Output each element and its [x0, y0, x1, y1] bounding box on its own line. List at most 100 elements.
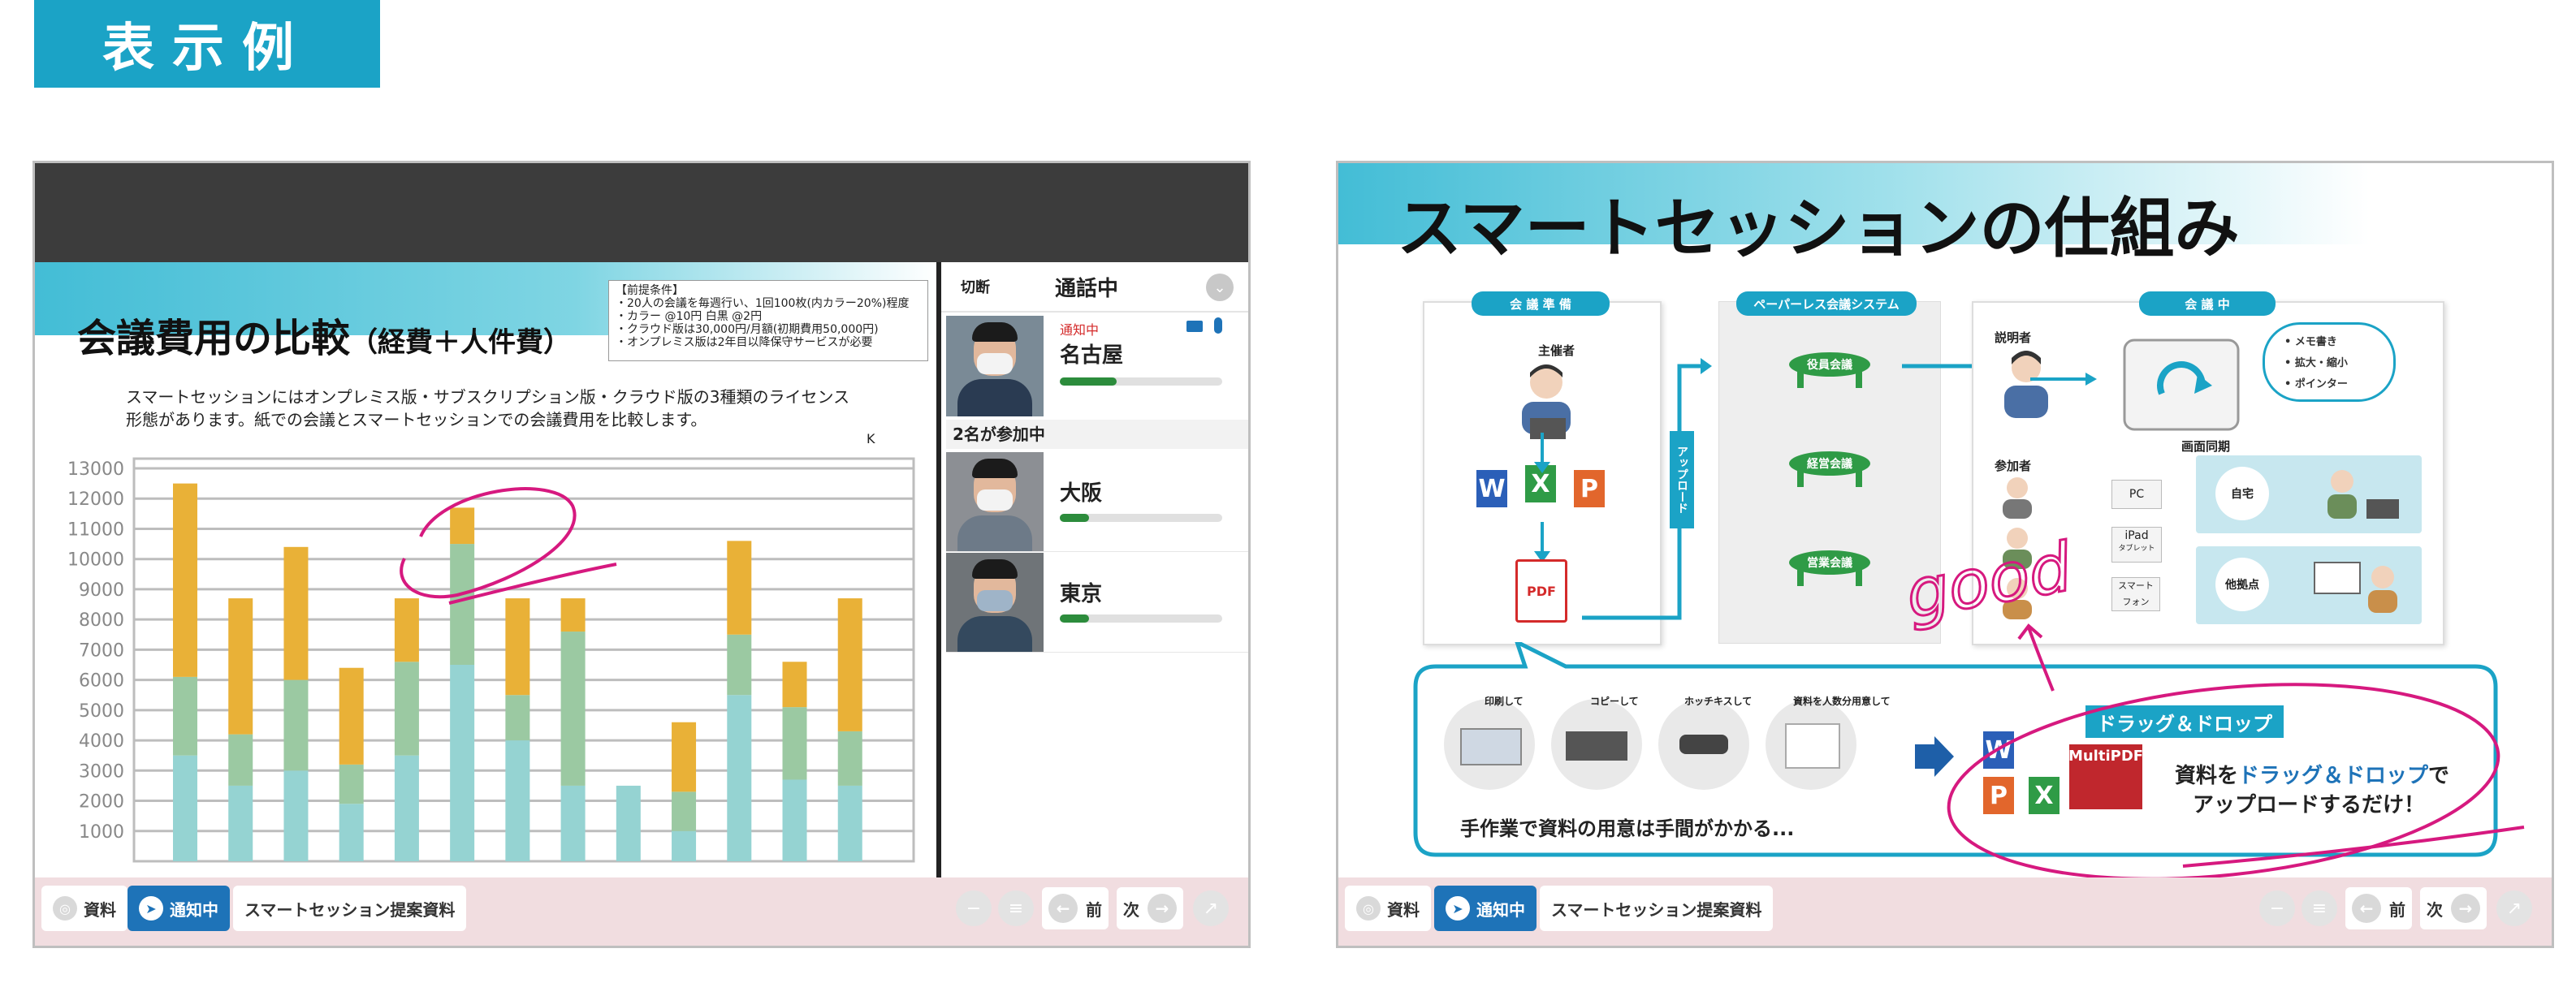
bar-segment: [173, 483, 197, 677]
audio-level-fill: [1060, 614, 1089, 623]
premise-line: ・クラウド版は30,000円/月額(初期費用50,000円): [616, 323, 879, 336]
document-title: スマートセッション提案資料: [233, 886, 467, 931]
bar-segment: [672, 791, 697, 831]
minus-icon[interactable]: −: [2259, 890, 2295, 926]
y-tick-label: 10000: [67, 550, 124, 571]
bar-segment: [616, 785, 641, 861]
next-label: 次: [2427, 899, 2443, 920]
participant-location: 東京: [1060, 582, 1103, 606]
audio-level-fill: [1060, 514, 1089, 522]
slide-title-sub: （経費＋人件費）: [350, 326, 572, 359]
bar-segment: [228, 734, 253, 786]
bar-segment: [450, 507, 475, 545]
microphone-icon[interactable]: [1214, 317, 1222, 334]
premise-line: 【前提条件】: [616, 284, 684, 297]
bar-segment: [339, 764, 364, 804]
minus-icon[interactable]: −: [956, 890, 992, 926]
avatar: [946, 553, 1044, 652]
list-icon[interactable]: ≡: [998, 890, 1034, 926]
list-icon[interactable]: ≡: [2302, 890, 2337, 926]
prev-button[interactable]: ← 前: [2345, 887, 2412, 929]
y-tick-label: 1000: [79, 822, 124, 843]
participant-row: 通知中 名古屋: [946, 316, 1248, 416]
cost-chart: 1000 2000 3000 4000 5000 6000 7000 8000 9000 1000…: [67, 457, 915, 863]
document-title: スマートセッション提案資料: [1540, 886, 1774, 931]
participant-location: 大阪: [1060, 481, 1103, 506]
notify-label: 通知中: [170, 899, 218, 920]
prev-label: 前: [2389, 899, 2405, 920]
bar-segment: [782, 707, 807, 780]
y-tick-label: 5000: [79, 701, 124, 722]
bar-segment: [505, 598, 530, 696]
bar-segment: [394, 755, 419, 861]
ink-ellipse: [1947, 683, 2500, 877]
y-tick-label: 9000: [79, 580, 124, 601]
bar-segment: [173, 676, 197, 756]
video-top-area: [35, 163, 1248, 262]
disconnect-button[interactable]: 切断: [951, 270, 1000, 303]
next-label: 次: [1123, 899, 1139, 920]
bar-segment: [560, 598, 586, 632]
bar-segment: [837, 731, 862, 786]
call-status: 通話中: [1055, 277, 1119, 301]
slide-title-main: 会議費用の比較: [77, 316, 351, 361]
notify-button[interactable]: ➤ 通知中: [1434, 886, 1537, 931]
prev-label: 前: [1086, 899, 1102, 920]
ink-layer: good: [1899, 528, 2525, 877]
bar-segment: [228, 785, 253, 861]
ink-arrow: [2017, 623, 2055, 692]
bar-segment: [283, 770, 309, 861]
avatar: [946, 316, 1044, 416]
y-tick-label: 2000: [79, 792, 124, 813]
notify-button[interactable]: ➤ 通知中: [128, 886, 230, 931]
bar-segment: [283, 546, 309, 680]
y-tick-label: 4000: [79, 731, 124, 752]
bar-segment: [727, 541, 752, 635]
audio-level-fill: [1060, 377, 1117, 386]
bar-segment: [450, 544, 475, 665]
premise-line: ・オンプレミス版は2年目以降保守サービスが必要: [616, 336, 873, 349]
y-tick-label: 3000: [79, 761, 124, 782]
slide-title: 会議費用の比較（経費＋人件費）: [77, 306, 571, 363]
premise-box: 【前提条件】 ・20人の会議を毎週行い、1回100枚(内カラー20%)程度 ・カ…: [608, 280, 928, 361]
audio-level-bar: [1060, 514, 1222, 522]
bar-segment: [727, 695, 752, 861]
participant-row: 東京: [946, 553, 1248, 653]
y-tick-label: 11000: [67, 520, 124, 540]
bar-segment: [672, 722, 697, 792]
y-tick-label: 13000: [67, 459, 124, 480]
bar-segment: [505, 740, 530, 861]
bar-segment: [672, 830, 697, 861]
y-tick-label: 6000: [79, 671, 124, 692]
bar-segment: [727, 634, 752, 696]
materials-button[interactable]: ◎ 資料: [41, 886, 128, 931]
prev-button[interactable]: ← 前: [1042, 887, 1109, 929]
next-button[interactable]: 次 →: [1117, 887, 1183, 929]
materials-label: 資料: [1387, 899, 1420, 920]
arrow-right-icon: →: [2451, 894, 2480, 923]
materials-button[interactable]: ◎ 資料: [1345, 886, 1431, 931]
share-icon[interactable]: ↗: [2496, 890, 2532, 926]
app-window-left: 会議費用の比較（経費＋人件費） 【前提条件】 ・20人の会議を毎週行い、1回10…: [32, 161, 1251, 948]
divider: [941, 311, 1248, 313]
chart-y-ticks: 1000 2000 3000 4000 5000 6000 7000 8000 9000 1000…: [67, 459, 124, 843]
send-icon: ➤: [1446, 896, 1470, 921]
bar-segment: [394, 662, 419, 756]
next-button[interactable]: 次 →: [2420, 887, 2487, 929]
slide-view: 会議費用の比較（経費＋人件費） 【前提条件】 ・20人の会議を毎週行い、1回10…: [35, 262, 936, 877]
audio-level-bar: [1060, 377, 1222, 386]
bar-segment: [782, 662, 807, 708]
share-icon[interactable]: ↗: [1193, 890, 1229, 926]
chevron-down-icon[interactable]: ⌄: [1206, 274, 1234, 301]
participants-count: 2名が参加中: [946, 420, 1248, 449]
ink-good-text: good: [1900, 528, 2078, 633]
bar-segment: [560, 632, 586, 786]
avatar: [946, 452, 1044, 551]
materials-label: 資料: [84, 899, 116, 920]
bar-segment: [228, 598, 253, 735]
bar-segment: [837, 785, 862, 861]
camera-icon[interactable]: [1186, 321, 1203, 332]
bar-segment: [339, 804, 364, 861]
bottom-toolbar: ◎ 資料 ➤ 通知中 スマートセッション提案資料 − ≡ ← 前 次 → ↗: [1338, 877, 2552, 946]
bar-segment: [450, 665, 475, 861]
